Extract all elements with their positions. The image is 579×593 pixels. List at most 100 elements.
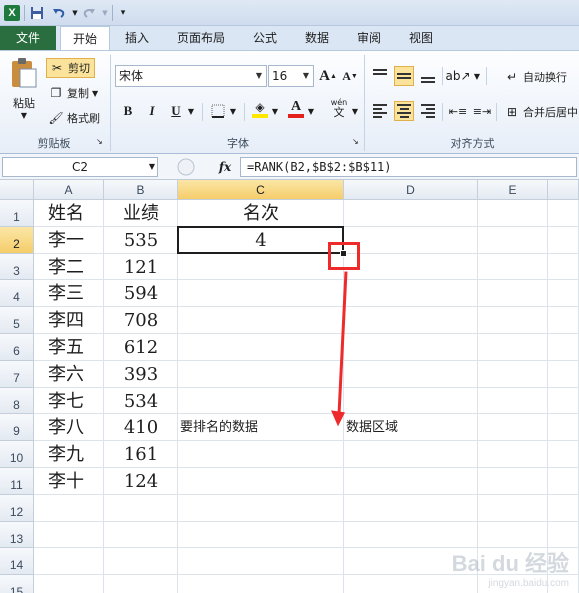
fill-color-button[interactable]: ◈ <box>250 99 270 119</box>
row-header-13[interactable]: 13 <box>0 521 34 549</box>
customize-qat-icon[interactable]: ▾ <box>114 4 132 22</box>
cell-d10[interactable] <box>344 441 478 468</box>
cell-b13[interactable] <box>104 521 178 549</box>
cell-e6[interactable] <box>478 334 548 361</box>
cell-overflow[interactable] <box>548 334 579 361</box>
decrease-indent-button[interactable]: ⇤≡ <box>448 101 468 121</box>
font-name-select[interactable]: 宋体 ▼ <box>115 65 267 87</box>
tab-formulas[interactable]: 公式 <box>242 26 288 50</box>
cell-a12[interactable] <box>34 494 104 522</box>
cell-c11[interactable] <box>178 468 344 495</box>
cell-overflow[interactable] <box>548 521 579 549</box>
cell-c10[interactable] <box>178 441 344 468</box>
cell-overflow[interactable] <box>548 441 579 468</box>
cell-a14[interactable] <box>34 548 104 576</box>
cell-d5[interactable] <box>344 307 478 334</box>
cell-overflow[interactable] <box>548 307 579 334</box>
cell-c3[interactable] <box>178 253 344 281</box>
cell-d6[interactable] <box>344 334 478 361</box>
formula-input[interactable]: =RANK(B2,$B$2:$B$11) <box>240 157 577 177</box>
borders-button[interactable] <box>208 101 228 121</box>
insert-function-button[interactable]: fx <box>214 158 236 176</box>
tab-home[interactable]: 开始 <box>60 26 110 51</box>
cell-d11[interactable] <box>344 468 478 495</box>
clipboard-launcher-icon[interactable]: ↘ <box>96 137 103 146</box>
align-middle-button[interactable] <box>394 66 414 86</box>
cell-overflow[interactable] <box>548 360 579 388</box>
cell-overflow[interactable] <box>548 226 579 254</box>
cell-overflow[interactable] <box>548 494 579 522</box>
wrap-text-button[interactable]: ↵ 自动换行 <box>504 67 567 87</box>
cell-overflow[interactable] <box>548 468 579 495</box>
cell-c15[interactable] <box>178 575 344 593</box>
borders-dropdown-icon[interactable]: ▼ <box>228 101 238 121</box>
tab-review[interactable]: 审阅 <box>346 26 392 50</box>
cell-e2[interactable] <box>478 226 548 254</box>
font-color-dropdown-icon[interactable]: ▼ <box>306 101 316 121</box>
phonetic-guide-button[interactable]: wén 文 <box>326 99 352 119</box>
cell-c8[interactable] <box>178 387 344 415</box>
select-all-corner[interactable] <box>0 180 34 200</box>
increase-indent-button[interactable]: ≡⇥ <box>472 101 492 121</box>
align-center-button[interactable] <box>394 101 414 121</box>
cell-e8[interactable] <box>478 387 548 415</box>
format-painter-button[interactable]: 🖌 格式刷 <box>48 108 100 128</box>
paste-button[interactable]: 粘贴 ▼ <box>6 57 42 127</box>
cell-overflow[interactable] <box>548 200 579 227</box>
cell-d8[interactable] <box>344 387 478 415</box>
column-header-a[interactable]: A <box>34 180 104 200</box>
cell-e5[interactable] <box>478 307 548 334</box>
cell-e9[interactable] <box>478 414 548 442</box>
column-header-e[interactable]: E <box>478 180 548 200</box>
cell-e7[interactable] <box>478 360 548 388</box>
align-left-button[interactable] <box>370 101 390 121</box>
cell-d4[interactable] <box>344 280 478 308</box>
row-header-4[interactable]: 4 <box>0 280 34 308</box>
cell-overflow[interactable] <box>548 387 579 415</box>
cell-overflow[interactable] <box>548 280 579 308</box>
align-right-button[interactable] <box>418 101 438 121</box>
worksheet-grid[interactable]: A B C D E 1 2 3 4 5 6 7 8 9 10 11 12 13 14 15 姓名 业绩 名次 李一 535 4 李二… <box>0 180 579 593</box>
column-header-b[interactable]: B <box>104 180 178 200</box>
cell-d3[interactable] <box>344 253 478 281</box>
cell-c5[interactable] <box>178 307 344 334</box>
tab-insert[interactable]: 插入 <box>114 26 160 50</box>
name-box[interactable]: C2 ▼ <box>2 157 158 177</box>
row-header-10[interactable]: 10 <box>0 441 34 468</box>
font-launcher-icon[interactable]: ↘ <box>352 137 359 146</box>
row-header-1[interactable]: 1 <box>0 200 34 227</box>
cell-b15[interactable] <box>104 575 178 593</box>
cell-e3[interactable] <box>478 253 548 281</box>
bold-button[interactable]: B <box>118 101 138 121</box>
cell-e10[interactable] <box>478 441 548 468</box>
cell-overflow[interactable] <box>548 414 579 442</box>
cell-e4[interactable] <box>478 280 548 308</box>
italic-button[interactable]: I <box>142 101 162 121</box>
row-header-7[interactable]: 7 <box>0 360 34 388</box>
copy-button[interactable]: ❐ 复制 ▼ <box>48 83 99 103</box>
cell-c12[interactable] <box>178 494 344 522</box>
formula-bar-resize-handle[interactable] <box>162 157 210 177</box>
underline-button[interactable]: U <box>166 101 186 121</box>
cell-c13[interactable] <box>178 521 344 549</box>
merge-center-button[interactable]: ⊞ 合并后居中 <box>504 102 579 122</box>
orientation-button[interactable]: ab↗ <box>445 66 470 86</box>
cell-c14[interactable] <box>178 548 344 576</box>
row-header-9[interactable]: 9 <box>0 414 34 442</box>
cell-e1[interactable] <box>478 200 548 227</box>
tab-view[interactable]: 视图 <box>398 26 444 50</box>
cell-b12[interactable] <box>104 494 178 522</box>
cell-d1[interactable] <box>344 200 478 227</box>
save-icon[interactable] <box>28 4 46 22</box>
align-top-button[interactable] <box>370 66 390 86</box>
row-header-2[interactable]: 2 <box>0 226 34 254</box>
align-bottom-button[interactable] <box>418 66 438 86</box>
tab-data[interactable]: 数据 <box>294 26 340 50</box>
cell-c7[interactable] <box>178 360 344 388</box>
cell-e11[interactable] <box>478 468 548 495</box>
phonetic-dropdown-icon[interactable]: ▼ <box>350 101 360 121</box>
cell-e13[interactable] <box>478 521 548 549</box>
font-color-button[interactable]: A <box>286 99 306 119</box>
fill-color-dropdown-icon[interactable]: ▼ <box>270 101 280 121</box>
row-header-12[interactable]: 12 <box>0 494 34 522</box>
